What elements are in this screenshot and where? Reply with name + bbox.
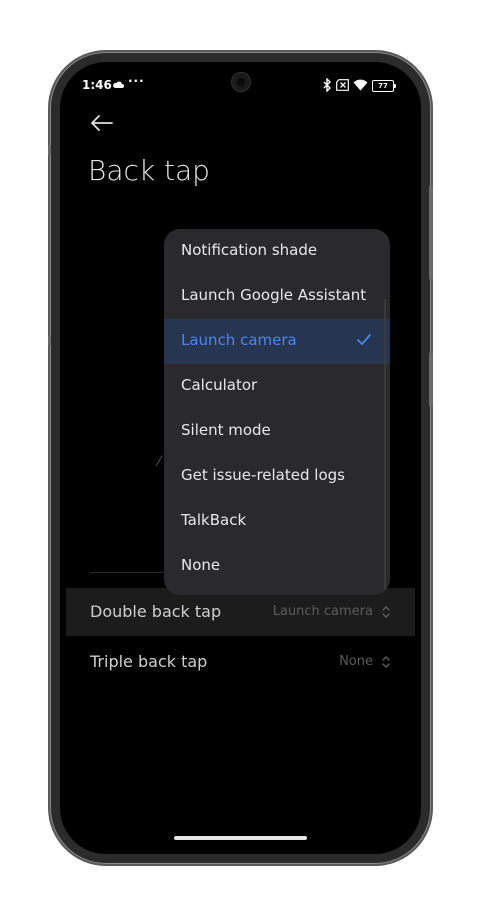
cloud-icon (113, 81, 124, 88)
triple-back-tap-row[interactable]: Triple back tap None (66, 638, 415, 686)
menu-item-launch-camera[interactable]: Launch camera (164, 319, 390, 364)
triple-back-tap-label: Triple back tap (90, 652, 208, 671)
menu-item-label: Notification shade (181, 241, 318, 259)
menu-item-get-issue-related-logs[interactable]: Get issue-related logs (164, 454, 390, 499)
check-icon (357, 334, 371, 345)
power-button (429, 185, 433, 280)
menu-item-label: None (181, 556, 221, 574)
bluetooth-icon (323, 78, 331, 92)
double-back-tap-label: Double back tap (90, 602, 222, 621)
background-illustration-fragment: ⁄ (158, 454, 161, 470)
menu-item-talkback[interactable]: TalkBack (164, 499, 390, 544)
status-bar: 1:46 ··· 77 (60, 62, 421, 110)
battery-icon: 77 (372, 80, 396, 92)
phone-screen: 1:46 ··· 77 Back tap ⁄ Double back tap L… (60, 62, 421, 854)
menu-item-label: Calculator (181, 376, 258, 394)
menu-item-silent-mode[interactable]: Silent mode (164, 409, 390, 454)
status-time: 1:46 (82, 78, 112, 92)
double-back-tap-value: Launch camera (272, 604, 373, 619)
action-dropdown-menu: Notification shade Launch Google Assista… (164, 229, 390, 595)
wifi-icon (353, 79, 368, 91)
menu-item-notification-shade[interactable]: Notification shade (164, 229, 390, 274)
front-camera (231, 72, 251, 92)
menu-scrollbar[interactable] (384, 299, 386, 589)
status-more-indicator: ··· (128, 74, 145, 88)
sim-icon (336, 79, 349, 91)
page-title: Back tap (88, 154, 210, 187)
home-indicator[interactable] (174, 836, 307, 840)
menu-item-label: Silent mode (181, 421, 271, 439)
menu-item-label: TalkBack (181, 511, 247, 529)
menu-item-label: Get issue-related logs (181, 466, 345, 484)
left-side-button-top (48, 145, 51, 155)
back-arrow-icon[interactable] (88, 112, 114, 134)
double-back-tap-row[interactable]: Double back tap Launch camera (66, 588, 415, 636)
menu-item-launch-google-assistant[interactable]: Launch Google Assistant (164, 274, 390, 319)
triple-back-tap-value: None (339, 654, 373, 669)
menu-item-label: Launch Google Assistant (181, 286, 367, 304)
menu-item-calculator[interactable]: Calculator (164, 364, 390, 409)
menu-item-none[interactable]: None (164, 544, 390, 589)
menu-item-label: Launch camera (181, 331, 297, 349)
chevron-updown-icon (382, 656, 390, 668)
left-side-button-bottom (48, 336, 51, 346)
volume-button (429, 352, 433, 407)
chevron-updown-icon (382, 606, 390, 618)
